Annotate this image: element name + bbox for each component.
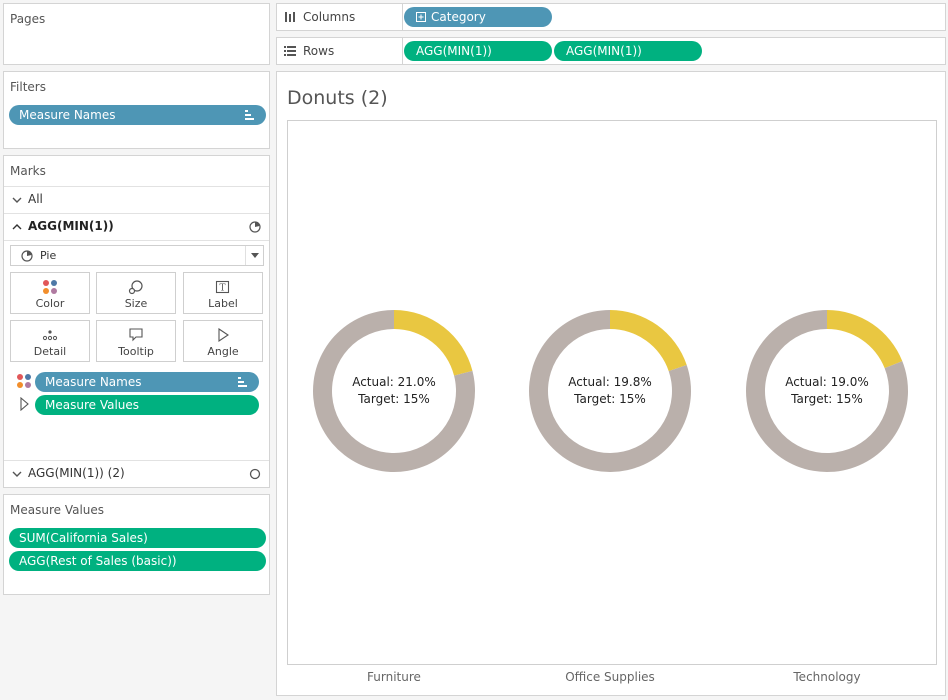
filter-pill-label: Measure Names — [19, 108, 116, 122]
rows-pill-label: AGG(MIN(1)) — [416, 44, 492, 58]
rows-pill-agg-min-1[interactable]: AGG(MIN(1)) — [554, 41, 702, 61]
target-label: Target: 15% — [574, 392, 646, 406]
columns-icon — [285, 12, 295, 22]
tooltip-button-label: Tooltip — [118, 345, 154, 358]
marks-layer2-row[interactable]: AGG(MIN(1)) (2) — [4, 461, 269, 487]
label-button-label: Label — [208, 297, 238, 310]
detail-button-label: Detail — [33, 345, 67, 358]
pages-title: Pages — [10, 12, 46, 26]
angle-icon — [20, 397, 29, 411]
rows-shelf-label: Rows — [277, 38, 403, 64]
rows-icon — [284, 46, 296, 56]
category-tick-label: Office Supplies — [565, 670, 655, 684]
color-dots-icon — [17, 374, 31, 388]
pages-card[interactable]: Pages — [3, 3, 270, 65]
color-button[interactable]: Color — [10, 272, 90, 314]
filter-pill-measure-names[interactable]: Measure Names — [9, 105, 266, 125]
measure-value-label: AGG(Rest of Sales (basic)) — [19, 554, 177, 568]
columns-shelf-label: Columns — [277, 4, 403, 30]
label-button[interactable]: T Label — [183, 272, 263, 314]
svg-text:T: T — [219, 284, 225, 294]
angle-button[interactable]: Angle — [183, 320, 263, 362]
angle-button-label: Angle — [207, 345, 239, 358]
donut-center-label: Actual: 19.0% Target: 15% — [762, 374, 892, 408]
expand-plus-icon — [416, 12, 426, 22]
columns-shelf[interactable]: Columns Category — [276, 3, 946, 31]
marks-layer1-label: AGG(MIN(1)) — [28, 219, 114, 233]
rows-label-text: Rows — [303, 44, 335, 58]
rows-pill-label: AGG(MIN(1)) — [566, 44, 642, 58]
donut-center-label: Actual: 21.0% Target: 15% — [329, 374, 459, 408]
chevron-down-icon — [12, 471, 22, 477]
pie-icon — [249, 221, 261, 233]
columns-pill-category[interactable]: Category — [404, 7, 552, 27]
chevron-down-icon — [12, 197, 22, 203]
actual-label: Actual: 19.0% — [785, 375, 869, 389]
chevron-up-icon — [12, 224, 22, 230]
target-label: Target: 15% — [358, 392, 430, 406]
measure-value-pill[interactable]: AGG(Rest of Sales (basic)) — [9, 551, 266, 571]
columns-label-text: Columns — [303, 10, 356, 24]
filters-title: Filters — [10, 80, 46, 94]
detail-icon — [42, 330, 58, 341]
color-pill-label: Measure Names — [45, 375, 142, 389]
marks-layer1-row[interactable]: AGG(MIN(1)) — [4, 214, 269, 240]
size-button-label: Size — [124, 297, 148, 310]
category-tick-label: Technology — [793, 670, 861, 684]
sheet-title: Donuts (2) — [287, 87, 388, 109]
target-label: Target: 15% — [791, 392, 863, 406]
marks-layer2-label: AGG(MIN(1)) (2) — [28, 466, 125, 480]
label-icon: T — [215, 280, 230, 294]
actual-label: Actual: 21.0% — [352, 375, 436, 389]
marks-card: Marks All AGG(MIN(1)) Pie Color Size T L… — [3, 155, 270, 488]
tooltip-button[interactable]: Tooltip — [96, 320, 176, 362]
mark-type-select[interactable]: Pie — [10, 245, 264, 266]
columns-pill-label: Category — [431, 10, 486, 24]
angle-icon — [218, 327, 229, 343]
actual-label: Actual: 19.8% — [568, 375, 652, 389]
color-dots-icon — [43, 280, 57, 294]
marks-all-label: All — [28, 192, 43, 206]
dropdown-arrow-icon — [251, 253, 259, 258]
rows-pill-agg-min-1[interactable]: AGG(MIN(1)) — [404, 41, 552, 61]
color-button-label: Color — [35, 297, 65, 310]
measure-values-card[interactable]: Measure Values SUM(California Sales) AGG… — [3, 494, 270, 595]
tooltip-icon — [129, 328, 143, 342]
marks-title: Marks — [10, 164, 46, 178]
marks-all-row[interactable]: All — [4, 187, 269, 213]
donut-center-label: Actual: 19.8% Target: 15% — [545, 374, 675, 408]
size-icon — [128, 280, 143, 295]
measure-values-title: Measure Values — [10, 503, 105, 517]
measure-value-pill[interactable]: SUM(California Sales) — [9, 528, 266, 548]
measure-value-label: SUM(California Sales) — [19, 531, 148, 545]
angle-pill-measure-values[interactable]: Measure Values — [35, 395, 259, 415]
filters-card[interactable]: Filters Measure Names — [3, 71, 270, 149]
detail-button[interactable]: Detail — [10, 320, 90, 362]
angle-pill-label: Measure Values — [45, 398, 140, 412]
category-tick-label: Furniture — [367, 670, 421, 684]
pie-icon — [21, 250, 33, 262]
rows-shelf[interactable]: Rows AGG(MIN(1)) AGG(MIN(1)) — [276, 37, 946, 65]
size-button[interactable]: Size — [96, 272, 176, 314]
circle-icon — [249, 468, 261, 480]
sort-icon — [245, 110, 254, 120]
sort-icon — [238, 377, 247, 387]
color-pill-measure-names[interactable]: Measure Names — [35, 372, 259, 392]
mark-type-value: Pie — [40, 249, 57, 262]
